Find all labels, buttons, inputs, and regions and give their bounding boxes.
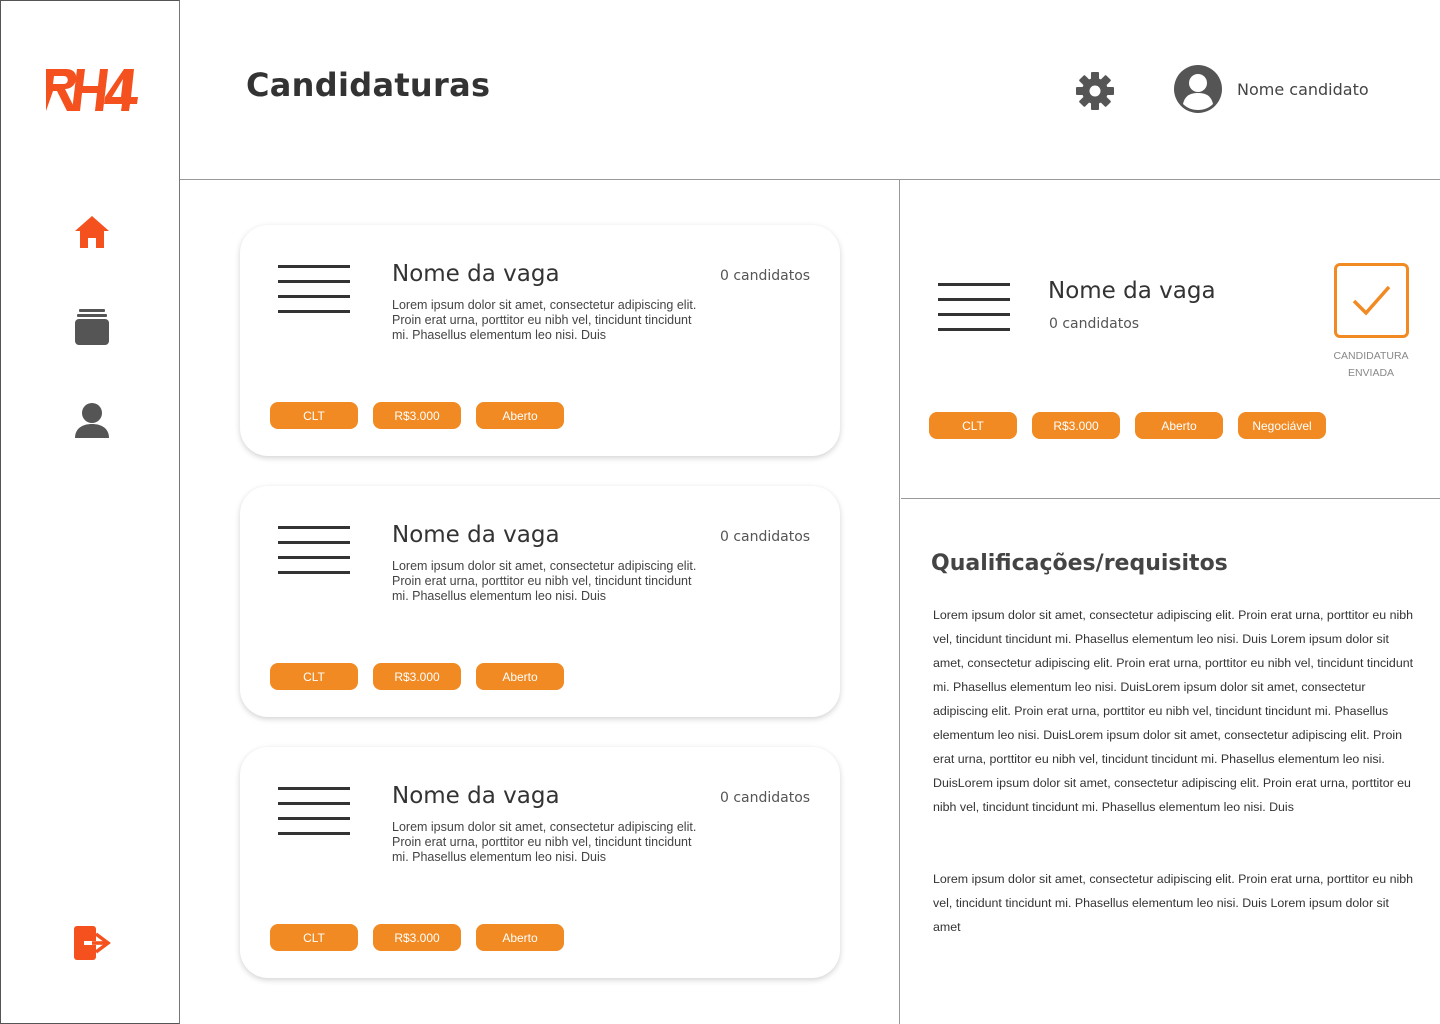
application-status-label: CANDIDATURA ENVIADA — [1333, 350, 1409, 379]
header: Candidaturas Nome candidato — [180, 0, 1440, 180]
tag-status: Aberto — [476, 924, 564, 951]
job-card[interactable]: Nome da vaga 0 candidatos Lorem ipsum do… — [240, 747, 840, 978]
tag-contract: CLT — [270, 402, 358, 429]
check-icon — [1352, 285, 1391, 316]
logout-icon — [74, 926, 111, 960]
job-menu-icon — [278, 787, 350, 835]
folder-icon — [75, 309, 109, 345]
application-sent-checkbox[interactable] — [1334, 263, 1409, 338]
job-requirements: Qualificações/requisitos Lorem ipsum dol… — [901, 499, 1440, 1024]
job-title: Nome da vaga — [392, 783, 560, 809]
home-icon — [75, 216, 109, 248]
tag-salary: R$3.000 — [373, 402, 461, 429]
sidebar-item-home[interactable] — [71, 211, 113, 253]
sidebar — [0, 0, 180, 1024]
job-candidate-count: 0 candidatos — [720, 268, 811, 284]
job-description: Lorem ipsum dolor sit amet, consectetur … — [392, 559, 697, 603]
tag-status: Aberto — [1135, 412, 1223, 439]
rh4-logo[interactable] — [44, 67, 140, 113]
job-tags: CLT R$3.000 Aberto — [270, 663, 564, 690]
job-tags: CLT R$3.000 Aberto — [270, 402, 564, 429]
job-tags: CLT R$3.000 Aberto — [270, 924, 564, 951]
gear-icon — [1076, 72, 1114, 110]
job-title: Nome da vaga — [392, 261, 560, 287]
job-candidate-count: 0 candidatos — [720, 790, 811, 806]
requirements-title: Qualificações/requisitos — [931, 551, 1228, 576]
requirements-paragraph: Lorem ipsum dolor sit amet, consectetur … — [933, 872, 1414, 934]
tag-negotiable: Negociável — [1238, 412, 1326, 439]
avatar[interactable] — [1172, 63, 1224, 115]
tag-contract: CLT — [929, 412, 1017, 439]
tag-salary: R$3.000 — [373, 924, 461, 951]
job-card[interactable]: Nome da vaga 0 candidatos Lorem ipsum do… — [240, 486, 840, 717]
job-candidate-count: 0 candidatos — [720, 529, 811, 545]
logout-button[interactable] — [71, 922, 113, 964]
tag-status: Aberto — [476, 663, 564, 690]
job-menu-icon — [278, 526, 350, 574]
user-name[interactable]: Nome candidato — [1237, 80, 1369, 99]
detail-candidate-count: 0 candidatos — [1049, 316, 1140, 332]
tag-contract: CLT — [270, 924, 358, 951]
job-card[interactable]: Nome da vaga 0 candidatos Lorem ipsum do… — [240, 225, 840, 456]
job-detail-summary: Nome da vaga 0 candidatos CANDIDATURA EN… — [901, 180, 1440, 499]
page-title: Candidaturas — [246, 66, 491, 104]
job-menu-icon — [938, 283, 1010, 331]
tag-salary: R$3.000 — [1032, 412, 1120, 439]
user-icon — [75, 403, 109, 438]
detail-tags: CLT R$3.000 Aberto Negociável — [929, 412, 1326, 439]
tag-salary: R$3.000 — [373, 663, 461, 690]
sidebar-item-folder[interactable] — [71, 306, 113, 348]
settings-button[interactable] — [1075, 71, 1115, 111]
job-description: Lorem ipsum dolor sit amet, consectetur … — [392, 820, 697, 864]
sidebar-item-profile[interactable] — [71, 399, 113, 441]
job-title: Nome da vaga — [392, 522, 560, 548]
detail-job-title: Nome da vaga — [1048, 278, 1216, 304]
requirements-paragraph: Lorem ipsum dolor sit amet, consectetur … — [933, 608, 1414, 814]
user-avatar-icon — [1174, 65, 1222, 113]
job-menu-icon — [278, 265, 350, 313]
job-description: Lorem ipsum dolor sit amet, consectetur … — [392, 298, 697, 342]
job-list: Nome da vaga 0 candidatos Lorem ipsum do… — [180, 180, 900, 1024]
tag-status: Aberto — [476, 402, 564, 429]
tag-contract: CLT — [270, 663, 358, 690]
